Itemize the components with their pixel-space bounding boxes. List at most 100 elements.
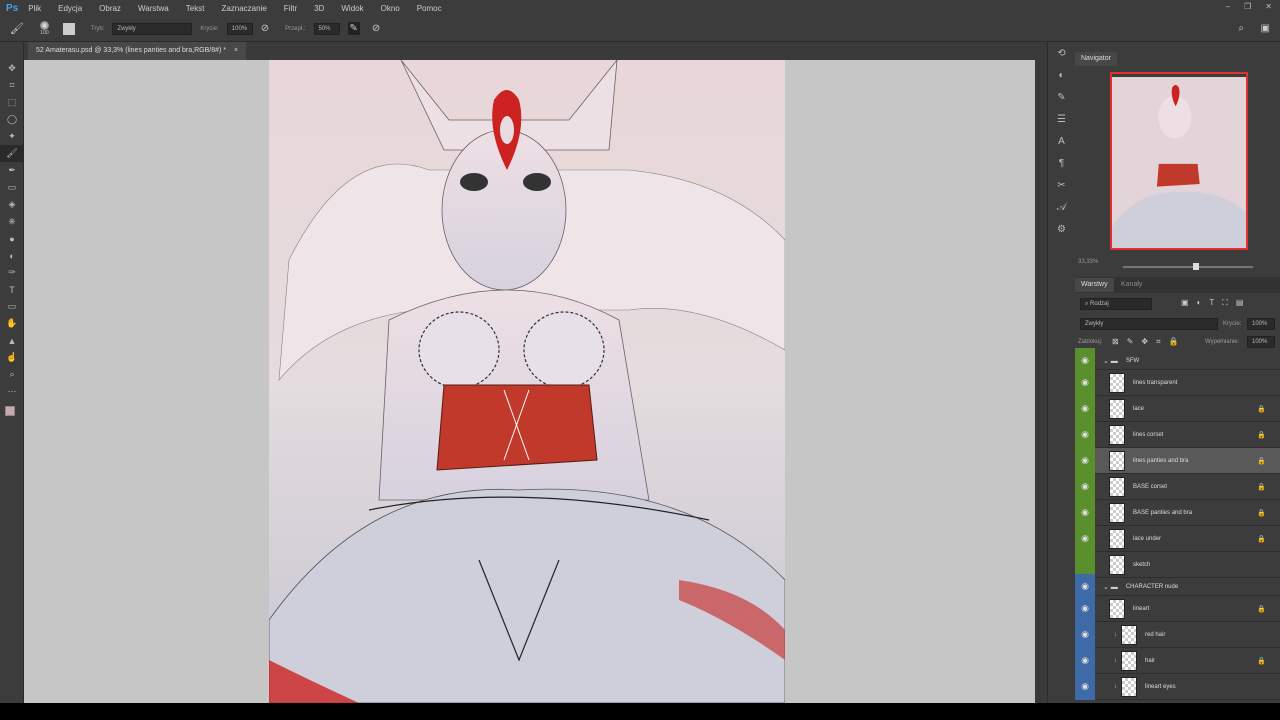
layer-row[interactable]: ◉ ↓ red hair (1075, 621, 1280, 648)
history-icon[interactable]: ⟲ (1048, 42, 1075, 64)
workspace-icon[interactable]: ▣ (1261, 23, 1270, 34)
restore-icon[interactable]: ❐ (1244, 2, 1251, 11)
menu-3d[interactable]: 3D (314, 4, 324, 13)
brush-tool-icon[interactable]: 🖌 (10, 22, 24, 35)
menu-edycja[interactable]: Edycja (58, 4, 82, 13)
layer-row[interactable]: ◉ lines panties and bra 🔒 (1075, 447, 1280, 474)
visibility-eye-icon[interactable]: ◉ (1075, 395, 1095, 422)
brush-settings-icon[interactable]: ✎ (1048, 86, 1075, 108)
layer-row[interactable]: sketch (1075, 551, 1280, 578)
gradient-tool-icon[interactable]: ▭ (0, 179, 24, 196)
layer-row[interactable]: ◉ lineart 🔒 (1075, 595, 1280, 622)
menu-zaznaczanie[interactable]: Zaznaczanie (221, 4, 266, 13)
visibility-eye-icon[interactable]: ◉ (1075, 369, 1095, 396)
menu-tekst[interactable]: Tekst (186, 4, 205, 13)
visibility-eye-icon[interactable]: ◉ (1075, 473, 1095, 500)
visibility-eye-icon[interactable]: ◉ (1075, 647, 1095, 674)
pressure-size-icon[interactable]: ⊘ (372, 23, 380, 34)
visibility-eye-icon[interactable]: ◉ (1075, 621, 1095, 648)
layer-row[interactable]: ◉ lace 🔒 (1075, 395, 1280, 422)
flow-field[interactable]: 50% (313, 22, 340, 35)
smudge-tool-icon[interactable]: ☝ (0, 349, 24, 366)
menu-obraz[interactable]: Obraz (99, 4, 121, 13)
canvas-vertical-scrollbar[interactable] (1035, 42, 1047, 703)
menu-plik[interactable]: Plik (28, 4, 41, 13)
close-icon[interactable]: ✕ (1265, 2, 1272, 11)
blur-tool-icon[interactable]: ● (0, 230, 24, 247)
zoom-tool-icon[interactable]: ⌕ (0, 366, 24, 383)
visibility-eye-icon[interactable]: ◉ (1075, 499, 1095, 526)
layer-row[interactable]: ◉ ↓ lineart eyes (1075, 673, 1280, 700)
visibility-eye-icon[interactable]: ◉ (1075, 421, 1095, 448)
crop-tool-icon[interactable]: ⌗ (0, 77, 24, 94)
visibility-eye-icon[interactable]: ◉ (1075, 595, 1095, 622)
menu-okno[interactable]: Okno (381, 4, 400, 13)
search-icon[interactable]: ⌕ (1238, 23, 1244, 34)
visibility-eye-icon[interactable]: ◉ (1075, 525, 1095, 552)
blend-mode-select[interactable]: Zwykły (1080, 318, 1218, 330)
layer-row[interactable]: ◉ lines corset 🔒 (1075, 421, 1280, 448)
canvas-area[interactable] (24, 60, 1035, 703)
color-swatches[interactable] (4, 404, 20, 430)
navigator-zoom-slider[interactable] (1123, 263, 1253, 270)
mode-select[interactable]: Zwykły (112, 22, 193, 35)
lock-transparency-icon[interactable]: ⊠ (1112, 337, 1119, 347)
lock-pixels-icon[interactable]: ✎ (1127, 337, 1134, 347)
close-tab-icon[interactable]: × (234, 47, 238, 54)
shape-filter-icon[interactable]: ⛶ (1222, 298, 1228, 308)
tab-channels[interactable]: Kanały (1115, 278, 1148, 292)
lock-position-icon[interactable]: ✥ (1141, 337, 1148, 347)
artwork-canvas[interactable] (269, 60, 785, 703)
tools-preset-icon[interactable]: ✂ (1048, 174, 1075, 196)
brush-preset-picker[interactable]: 100 (39, 21, 49, 36)
slider-handle[interactable] (1193, 263, 1199, 270)
clone-stamp-tool-icon[interactable]: ⎈ (0, 213, 24, 230)
visibility-eye-icon[interactable]: ◉ (1075, 447, 1095, 474)
lasso-tool-icon[interactable]: ◯ (0, 111, 24, 128)
glyphs-icon[interactable]: 𝒜 (1048, 196, 1075, 218)
menu-pomoc[interactable]: Pomoc (417, 4, 442, 13)
pixel-filter-icon[interactable]: ▣ (1181, 298, 1189, 308)
navigator-thumbnail[interactable] (1110, 72, 1248, 250)
brush-tool-icon[interactable]: 🖌 (0, 145, 24, 162)
type-tool-icon[interactable]: T (0, 281, 24, 298)
layer-row[interactable]: ◉ lines transparent (1075, 369, 1280, 396)
pressure-opacity-icon[interactable]: ⊘ (261, 23, 269, 34)
layer-group[interactable]: ◉ ⌄ ▬ CHARACTER nude (1075, 573, 1280, 600)
fill-field[interactable]: 100% (1247, 336, 1275, 348)
lock-artboard-icon[interactable]: ⌗ (1156, 337, 1161, 347)
layer-opacity-field[interactable]: 100% (1247, 318, 1275, 330)
airbrush-icon[interactable]: ✎ (347, 22, 360, 35)
paint-bucket-tool-icon[interactable]: ◈ (0, 196, 24, 213)
marquee-tool-icon[interactable]: ⬚ (0, 94, 24, 111)
lock-all-icon[interactable]: 🔒 (1169, 337, 1179, 347)
color-icon[interactable]: ◐ (1048, 64, 1075, 86)
document-tab[interactable]: 52 Amaterasu.psd @ 33,3% (lines panties … (28, 42, 247, 60)
path-select-tool-icon[interactable]: ▲ (0, 332, 24, 349)
eyedropper-tool-icon[interactable]: ✒ (0, 162, 24, 179)
opacity-field[interactable]: 100% (226, 22, 253, 35)
layer-filter-select[interactable]: ⌕ Rodzaj (1080, 298, 1152, 310)
move-tool-icon[interactable]: ✥ (0, 60, 24, 77)
menu-widok[interactable]: Widok (341, 4, 363, 13)
layer-row[interactable]: ◉ BASE panties and bra 🔒 (1075, 499, 1280, 526)
magic-wand-tool-icon[interactable]: ✦ (0, 128, 24, 145)
layer-group[interactable]: ◉ ⌄ ▬ SFW (1075, 347, 1280, 374)
adjust-filter-icon[interactable]: ◐ (1197, 298, 1202, 308)
paragraph-icon[interactable]: ¶ (1048, 152, 1075, 174)
adjustments-icon[interactable]: ☰ (1048, 108, 1075, 130)
shape-tool-icon[interactable]: ▭ (0, 298, 24, 315)
layer-row[interactable]: ◉ BASE corset 🔒 (1075, 473, 1280, 500)
menu-filtr[interactable]: Filtr (284, 4, 297, 13)
layer-row[interactable]: ◉ lace under 🔒 (1075, 525, 1280, 552)
visibility-eye-icon[interactable]: ◉ (1075, 673, 1095, 700)
brush-panel-icon[interactable] (62, 22, 75, 35)
navigator-panel-title[interactable]: Navigator (1075, 52, 1117, 66)
pen-tool-icon[interactable]: ✑ (0, 264, 24, 281)
character-icon[interactable]: A (1048, 130, 1075, 152)
properties-icon[interactable]: ⚙ (1048, 218, 1075, 240)
dodge-tool-icon[interactable]: ◐ (0, 247, 24, 264)
more-tool-icon[interactable]: ⋯ (0, 383, 24, 400)
tab-layers[interactable]: Warstwy (1075, 278, 1114, 292)
menu-warstwa[interactable]: Warstwa (138, 4, 169, 13)
